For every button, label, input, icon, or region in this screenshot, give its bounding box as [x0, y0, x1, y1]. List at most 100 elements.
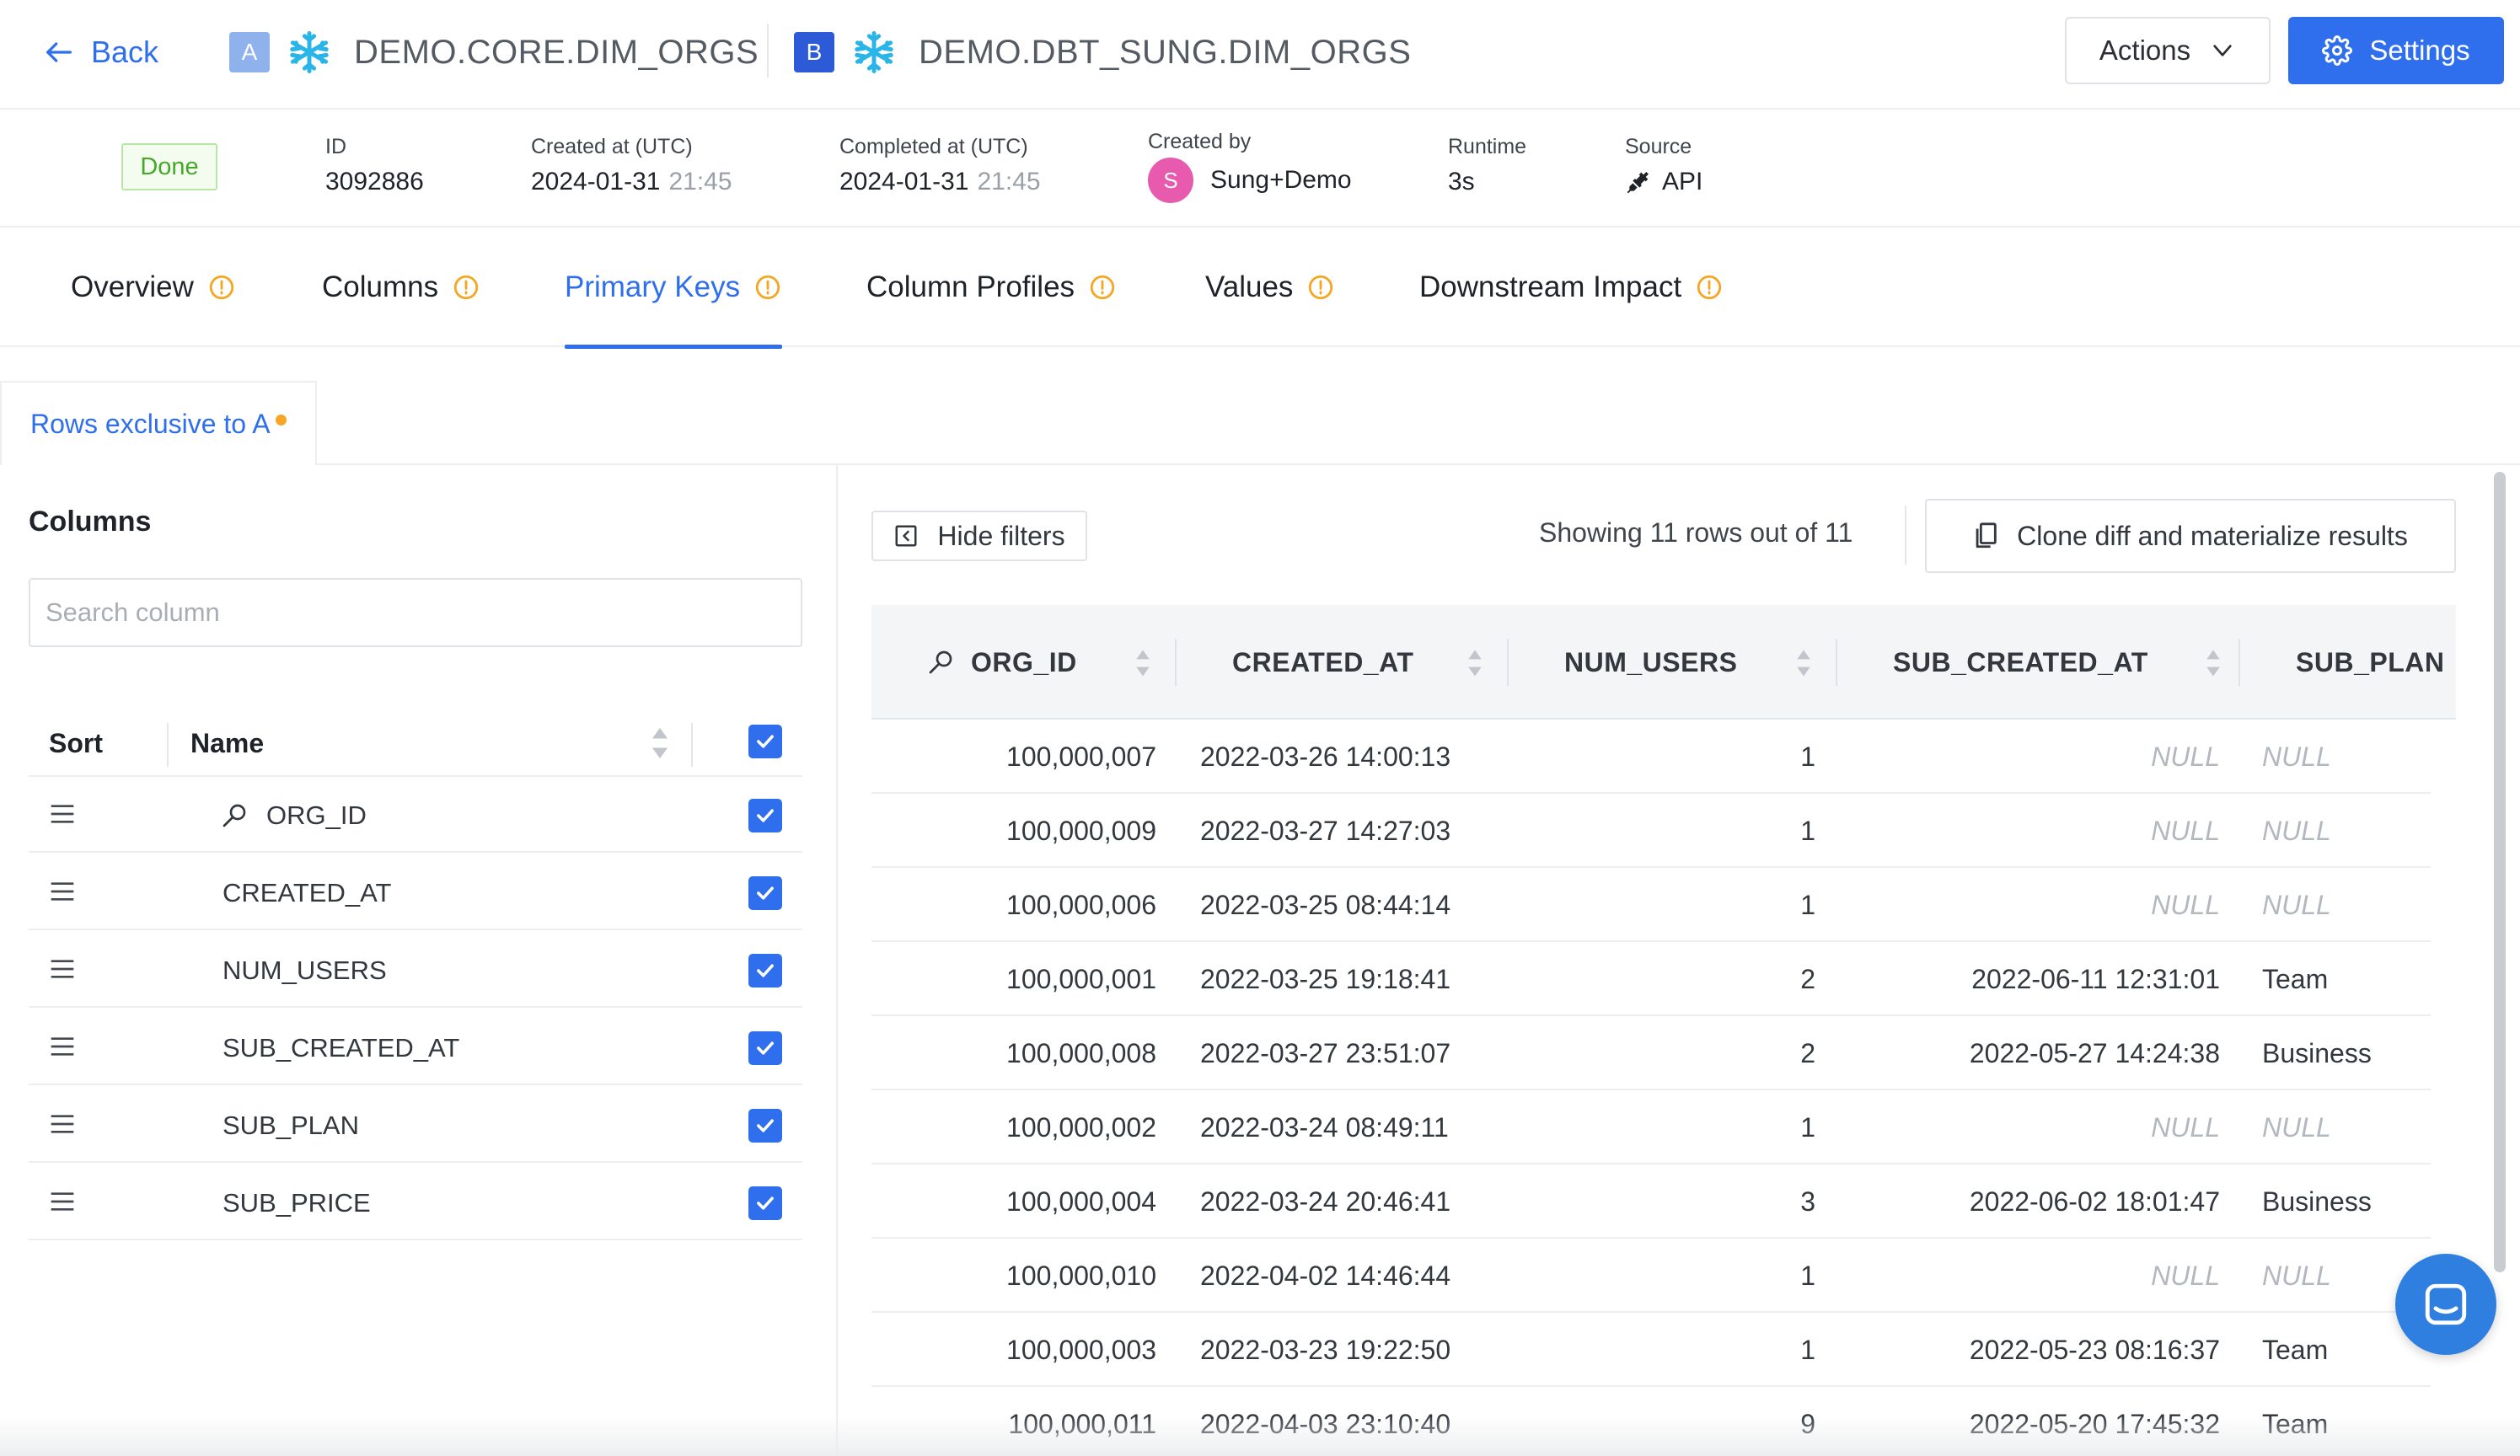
key-icon — [223, 804, 246, 827]
drag-handle-icon[interactable] — [49, 957, 76, 981]
column-row-sub-price[interactable]: SUB_PRICE — [29, 1164, 802, 1240]
snowflake-icon — [855, 31, 893, 73]
dataset-b: B DEMO.DBT_SUNG.DIM_ORGS — [794, 29, 1411, 76]
chat-launcher-button[interactable] — [2395, 1254, 2496, 1355]
drag-handle-icon[interactable] — [49, 880, 76, 903]
meta-completed-label: Completed at (UTC) — [839, 135, 1028, 158]
chevron-down-icon — [2213, 45, 2232, 56]
meta-id-label: ID — [325, 135, 346, 158]
meta-source-text: API — [1662, 168, 1703, 195]
clone-diff-button[interactable]: Clone diff and materialize results — [1925, 499, 2456, 573]
sort-icon[interactable] — [651, 726, 669, 760]
header-org-id[interactable]: ORG_ID — [927, 605, 1077, 720]
meta-source-value: API — [1625, 168, 1702, 196]
cell-created-at: 2022-03-23 19:22:50 — [1200, 1334, 1451, 1365]
dataset-b-name: DEMO.DBT_SUNG.DIM_ORGS — [919, 33, 1412, 71]
column-row-created-at[interactable]: CREATED_AT — [29, 854, 802, 930]
key-icon — [929, 650, 952, 674]
cell-sub-plan: NULL — [2262, 741, 2331, 772]
sort-icon[interactable] — [1134, 649, 1151, 677]
row-count-text: Showing 11 rows out of 11 — [1539, 517, 1853, 548]
tab-primary-keys[interactable]: Primary Keys — [565, 228, 783, 349]
divider — [1175, 639, 1177, 686]
bottom-fade — [0, 1416, 2520, 1456]
table-row: 100,000,003 2022-03-23 19:22:50 1 2022-0… — [871, 1313, 2431, 1387]
divider — [691, 723, 693, 767]
warning-icon — [453, 275, 479, 300]
hide-filters-button[interactable]: Hide filters — [871, 511, 1087, 561]
settings-button[interactable]: Settings — [2288, 17, 2504, 84]
check-icon — [757, 1196, 774, 1210]
dataset-a-badge: A — [229, 32, 270, 72]
clone-diff-label: Clone diff and materialize results — [2017, 520, 2408, 551]
cell-org-id: 100,000,004 — [1006, 1186, 1156, 1217]
cell-sub-plan: NULL — [2262, 1111, 2331, 1143]
column-checkbox[interactable] — [748, 1031, 782, 1065]
column-row-sub-created-at[interactable]: SUB_CREATED_AT — [29, 1009, 802, 1085]
back-button[interactable]: Back — [42, 30, 158, 74]
sort-icon[interactable] — [1795, 649, 1812, 677]
column-name: ORG_ID — [266, 800, 367, 830]
column-row-sub-plan[interactable]: SUB_PLAN — [29, 1087, 802, 1163]
column-checkbox[interactable] — [748, 799, 782, 832]
column-checkbox[interactable] — [748, 1186, 782, 1220]
column-row-num-users[interactable]: NUM_USERS — [29, 932, 802, 1008]
column-checkbox[interactable] — [748, 1109, 782, 1143]
table-row: 100,000,010 2022-04-02 14:46:44 1 NULL N… — [871, 1239, 2431, 1313]
table-row: 100,000,006 2022-03-25 08:44:14 1 NULL N… — [871, 868, 2431, 942]
table-row: 100,000,004 2022-03-24 20:46:41 3 2022-0… — [871, 1164, 2431, 1239]
meta-created-time: 21:45 — [668, 168, 732, 195]
header-sub-plan[interactable]: SUB_PLAN — [2296, 605, 2444, 720]
cell-sub-created-at: 2022-06-11 12:31:01 — [1971, 963, 2220, 994]
meta-created: Created at (UTC) 2024-01-31 21:45 — [531, 135, 732, 196]
subtab-rows-exclusive-to-a[interactable]: Rows exclusive to A — [0, 381, 317, 465]
tab-downstream-impact[interactable]: Downstream Impact — [1419, 228, 1724, 347]
column-row-org-id[interactable]: ORG_ID — [29, 777, 802, 853]
name-header[interactable]: Name — [190, 728, 264, 759]
column-checkbox[interactable] — [748, 876, 782, 910]
actions-dropdown[interactable]: Actions — [2065, 17, 2271, 84]
cell-sub-plan: Business — [2262, 1037, 2372, 1068]
table-row: 100,000,001 2022-03-25 19:18:41 2 2022-0… — [871, 942, 2431, 1016]
tab-column-profiles[interactable]: Column Profiles — [866, 228, 1117, 347]
cell-sub-plan: Team — [2262, 963, 2329, 994]
scrollbar-thumb[interactable] — [2494, 472, 2506, 1272]
drag-handle-icon[interactable] — [49, 802, 76, 826]
select-all-checkbox[interactable] — [748, 725, 782, 758]
divider — [1836, 639, 1837, 686]
columns-panel: Columns Sort Name ORG_ID CREATED_AT NUM_… — [0, 465, 838, 1456]
meta-completed: Completed at (UTC) 2024-01-31 21:45 — [839, 135, 1041, 196]
cell-sub-created-at: NULL — [2151, 815, 2220, 846]
meta-created-by-label: Created by — [1148, 130, 1252, 153]
divider — [1905, 506, 1906, 565]
column-checkbox[interactable] — [748, 954, 782, 988]
snowflake-icon — [290, 31, 329, 73]
search-column-input[interactable] — [29, 578, 802, 647]
header-sub-created-at[interactable]: SUB_CREATED_AT — [1893, 605, 2148, 720]
meta-completed-time: 21:45 — [977, 168, 1041, 195]
meta-created-value: 2024-01-31 21:45 — [531, 168, 732, 196]
tab-overview[interactable]: Overview — [71, 228, 236, 347]
header-created-at[interactable]: CREATED_AT — [1232, 605, 1413, 720]
tab-values[interactable]: Values — [1205, 228, 1335, 347]
header-num-users[interactable]: NUM_USERS — [1564, 605, 1737, 720]
check-icon — [757, 1119, 774, 1132]
check-icon — [757, 809, 774, 822]
table-header: ORG_ID CREATED_AT NUM_USERS SUB_CREATED_… — [871, 605, 2456, 720]
drag-handle-icon[interactable] — [49, 1112, 76, 1136]
drag-handle-icon[interactable] — [49, 1190, 76, 1213]
cell-created-at: 2022-03-24 08:49:11 — [1200, 1111, 1449, 1143]
drag-handle-icon[interactable] — [49, 1035, 76, 1058]
cell-sub-plan: NULL — [2262, 889, 2331, 920]
cell-org-id: 100,000,006 — [1006, 889, 1156, 920]
tab-columns[interactable]: Columns — [322, 228, 480, 347]
meta-source: Source API — [1625, 135, 1702, 196]
cell-org-id: 100,000,007 — [1006, 741, 1156, 772]
sort-icon[interactable] — [2205, 649, 2222, 677]
divider — [2239, 639, 2240, 686]
cell-sub-plan: NULL — [2262, 815, 2331, 846]
cell-num-users: 1 — [1800, 1334, 1815, 1365]
sort-icon[interactable] — [1466, 649, 1483, 677]
divider — [1507, 639, 1509, 686]
header-label: ORG_ID — [971, 646, 1077, 677]
